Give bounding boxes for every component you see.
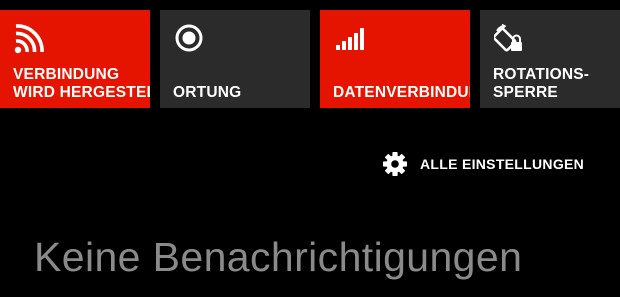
cellular-signal-icon (334, 24, 368, 54)
location-tile-label-line-1: ORTUNG (173, 84, 242, 101)
rotation-lock-icon (494, 24, 528, 54)
location-quick-action-tile[interactable]: ORTUNG (160, 10, 310, 108)
data-connection-tile-label-line-1: DATENVERBINDUNG (333, 84, 470, 101)
data-connection-tile-label: DATENVERBINDUNG (333, 84, 470, 102)
rotation-lock-quick-action-tile[interactable]: ROTATIONS- SPERRE (480, 10, 620, 108)
rotation-lock-tile-label-line-2: SPERRE (493, 84, 558, 101)
wifi-tile-label-line-1: VERBINDUNG (13, 66, 120, 83)
no-notifications-text: Keine Benachrichtigungen (34, 234, 523, 280)
all-settings-button[interactable]: ALLE EINSTELLUNGEN (382, 150, 584, 178)
location-icon (174, 24, 208, 54)
location-tile-label: ORTUNG (173, 84, 310, 102)
data-connection-quick-action-tile[interactable]: DATENVERBINDUNG (320, 10, 470, 108)
wifi-tile-label-line-2: WIRD HERGESTELLT (13, 84, 150, 101)
rotation-lock-tile-label: ROTATIONS- SPERRE (493, 66, 620, 102)
wifi-quick-action-tile[interactable]: VERBINDUNG WIRD HERGESTELLT (0, 10, 150, 108)
gear-icon (382, 151, 408, 177)
all-settings-label: ALLE EINSTELLUNGEN (420, 156, 585, 172)
rotation-lock-tile-label-line-1: ROTATIONS- (493, 66, 590, 83)
wifi-icon (14, 24, 48, 54)
wifi-tile-label: VERBINDUNG WIRD HERGESTELLT (13, 66, 150, 102)
